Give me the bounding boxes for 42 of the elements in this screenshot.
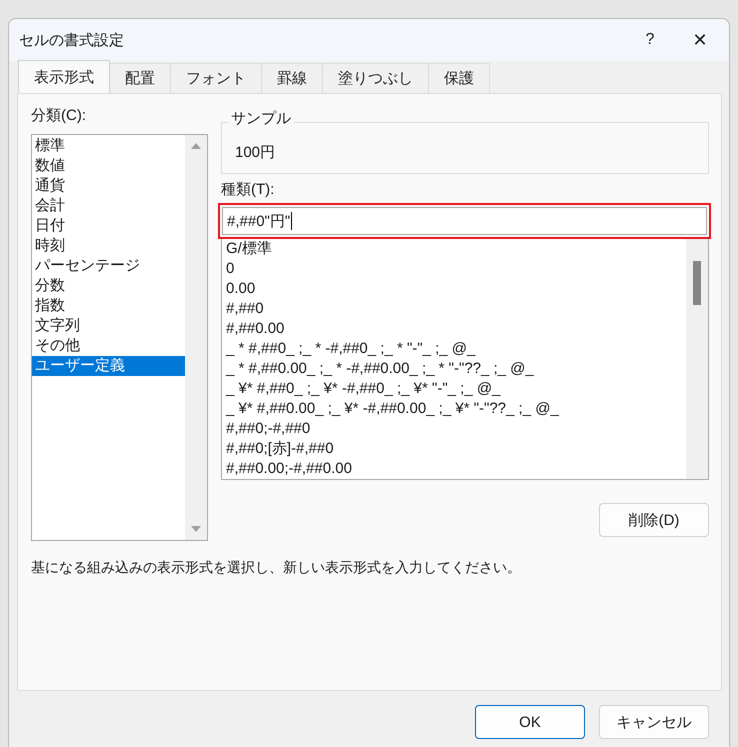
format-item[interactable]: #,##0;[赤]-#,##0 (226, 439, 686, 459)
scroll-down-icon[interactable] (191, 526, 201, 532)
category-item[interactable]: 通貨 (32, 176, 185, 196)
category-item[interactable]: 標準 (32, 136, 185, 156)
format-input-field[interactable]: #,##0"円" (222, 207, 707, 235)
format-item[interactable]: #,##0;-#,##0 (226, 419, 686, 439)
scrollbar[interactable] (185, 135, 207, 540)
category-item[interactable]: 数値 (32, 156, 185, 176)
delete-button[interactable]: 削除(D) (599, 503, 709, 537)
format-item[interactable]: _ * #,##0_ ;_ * -#,##0_ ;_ * "-"_ ;_ @_ (226, 339, 686, 359)
scroll-up-icon[interactable] (191, 143, 201, 149)
format-item[interactable]: 0.00 (226, 279, 686, 299)
close-button[interactable]: ✕ (675, 20, 725, 60)
category-item[interactable]: ユーザー定義 (32, 356, 185, 376)
format-item[interactable]: G/標準 (226, 239, 686, 259)
format-item[interactable]: #,##0.00 (226, 319, 686, 339)
window-title: セルの書式設定 (19, 30, 125, 50)
scroll-thumb[interactable] (693, 261, 701, 305)
category-label: 分類(C): (31, 106, 87, 126)
category-item[interactable]: 分数 (32, 276, 185, 296)
tab[interactable]: 保護 (428, 63, 490, 93)
category-item[interactable]: 日付 (32, 216, 185, 236)
format-item[interactable]: _ ¥* #,##0.00_ ;_ ¥* -#,##0.00_ ;_ ¥* "-"??_ ;_ @_ (226, 399, 686, 419)
category-item[interactable]: 会計 (32, 196, 185, 216)
scrollbar[interactable] (686, 239, 708, 479)
sample-value: 100円 (235, 144, 276, 161)
help-button[interactable]: ? (625, 20, 675, 60)
category-item[interactable]: パーセンテージ (32, 256, 185, 276)
description-text: 基になる組み込みの表示形式を選択し、新しい表示形式を入力してください。 (31, 559, 522, 577)
format-item[interactable]: #,##0 (226, 299, 686, 319)
category-item[interactable]: その他 (32, 336, 185, 356)
cancel-button[interactable]: キャンセル (599, 705, 709, 739)
format-item[interactable]: _ * #,##0.00_ ;_ * -#,##0.00_ ;_ * "-"??_ ;_ @_ (226, 359, 686, 379)
ok-button[interactable]: OK (475, 705, 585, 739)
category-item[interactable]: 時刻 (32, 236, 185, 256)
tab[interactable]: 表示形式 (18, 60, 110, 93)
format-item[interactable]: _ ¥* #,##0_ ;_ ¥* -#,##0_ ;_ ¥* "-"_ ;_ @_ (226, 379, 686, 399)
format-item[interactable]: 0 (226, 259, 686, 279)
type-label: 種類(T): (221, 180, 276, 200)
category-item[interactable]: 指数 (32, 296, 185, 316)
category-item[interactable]: 文字列 (32, 316, 185, 336)
format-item[interactable]: #,##0.00;-#,##0.00 (226, 459, 686, 479)
